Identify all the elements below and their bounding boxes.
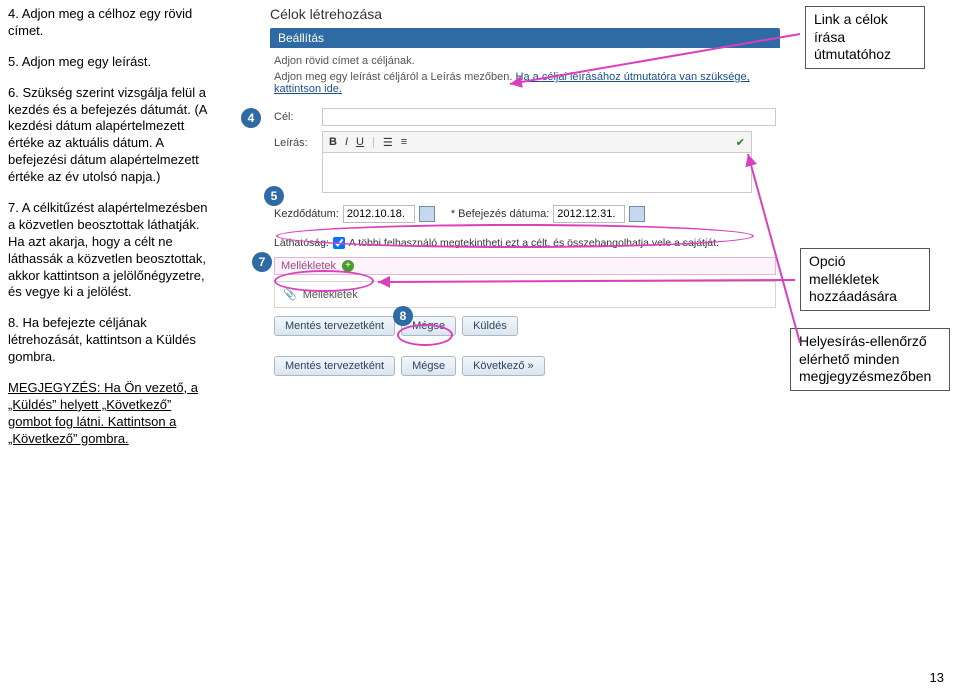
- cancel-button-2[interactable]: Mégse: [401, 356, 456, 376]
- callout-guide-l3: útmutatóhoz: [814, 46, 891, 62]
- callout-guide-l2: írása: [814, 29, 845, 45]
- note-text: MEGJEGYZÉS: Ha Ön vezető, a „Küldés” hel…: [8, 380, 218, 448]
- page-number: 13: [930, 670, 944, 685]
- visibility-checkbox[interactable]: [333, 237, 345, 249]
- callout-spell: Helyesírás-ellenőrző elérhető minden meg…: [790, 328, 950, 391]
- editor-toolbar: B I U | ☰ ≡ ✔: [322, 131, 752, 153]
- step-7: 7. A célkitűzést alapértelmezésben a köz…: [8, 200, 218, 301]
- attachments-title: Mellékletek: [281, 260, 336, 272]
- start-date-label: Kezdődátum:: [274, 208, 339, 220]
- page-title: Célok létrehozása: [270, 6, 780, 22]
- instruction-column: 4. Adjon meg a célhoz egy rövid címet. 5…: [8, 6, 218, 462]
- badge-8: 8: [393, 306, 413, 326]
- goal-title-label: Cél:: [274, 111, 322, 123]
- badge-7: 7: [252, 252, 272, 272]
- underline-icon[interactable]: U: [356, 136, 364, 148]
- goal-title-input[interactable]: [322, 108, 776, 126]
- button-row-2: Mentés tervezetként Mégse Következő »: [274, 356, 776, 376]
- end-date-input[interactable]: [553, 205, 625, 223]
- goal-desc-editor[interactable]: [322, 153, 752, 193]
- date-row: Kezdődátum: * Befejezés dátuma:: [270, 195, 780, 229]
- italic-icon[interactable]: I: [345, 136, 348, 148]
- step-6: 6. Szükség szerint vizsgálja felül a kez…: [8, 85, 218, 186]
- tab-settings[interactable]: Beállítás: [270, 28, 780, 48]
- bold-icon[interactable]: B: [329, 136, 337, 148]
- helper-text-2: Adjon meg egy leírást céljáról a Leírás …: [270, 69, 780, 105]
- goal-title-row: Cél:: [270, 105, 780, 129]
- add-attachment-icon[interactable]: +: [342, 260, 354, 272]
- callout-attach: Opció mellékletek hozzáadására: [800, 248, 930, 311]
- calendar-icon-2[interactable]: [629, 206, 645, 222]
- calendar-icon[interactable]: [419, 206, 435, 222]
- callout-spell-l1: Helyesírás-ellenőrző: [799, 333, 927, 349]
- step-5: 5. Adjon meg egy leírást.: [8, 54, 218, 71]
- spellcheck-icon[interactable]: ✔: [736, 136, 745, 149]
- helper-text-2a: Adjon meg egy leírást céljáról a Leírás …: [274, 71, 516, 83]
- list-icon[interactable]: ☰: [383, 136, 393, 149]
- helper-text-1: Adjon rövid címet a céljának.: [270, 48, 780, 69]
- step-8: 8. Ha befejezte céljának létrehozását, k…: [8, 315, 218, 366]
- callout-spell-l2: elérhető minden: [799, 351, 899, 367]
- paperclip-icon: 📎: [283, 288, 297, 301]
- callout-spell-l3: megjegyzésmezőben: [799, 368, 931, 384]
- step-4: 4. Adjon meg a célhoz egy rövid címet.: [8, 6, 218, 40]
- next-button[interactable]: Következő »: [462, 356, 545, 376]
- app-panel: Célok létrehozása Beállítás Adjon rövid …: [270, 6, 780, 384]
- save-draft-button[interactable]: Mentés tervezetként: [274, 316, 395, 336]
- save-draft-button-2[interactable]: Mentés tervezetként: [274, 356, 395, 376]
- send-button[interactable]: Küldés: [462, 316, 518, 336]
- attachments-body: 📎 Mellékletek: [274, 281, 776, 308]
- ol-icon[interactable]: ≡: [401, 136, 407, 148]
- visibility-row: Láthatóság: A többi felhasználó megtekin…: [270, 229, 780, 251]
- visibility-text: A többi felhasználó megtekintheti ezt a …: [349, 237, 719, 249]
- callout-attach-l3: hozzáadására: [809, 288, 897, 304]
- callout-attach-l1: Opció: [809, 253, 846, 269]
- attachments-body-label: Mellékletek: [303, 289, 358, 301]
- button-row-1: Mentés tervezetként Mégse Küldés: [274, 316, 776, 336]
- goal-desc-row: Leírás: B I U | ☰ ≡ ✔: [270, 129, 780, 195]
- end-date-label: * Befejezés dátuma:: [451, 208, 549, 220]
- editor-wrap: B I U | ☰ ≡ ✔: [322, 131, 752, 193]
- callout-attach-l2: mellékletek: [809, 271, 879, 287]
- visibility-label: Láthatóság:: [274, 237, 329, 249]
- callout-guide: Link a célok írása útmutatóhoz: [805, 6, 925, 69]
- sep-icon: |: [372, 136, 375, 148]
- goal-desc-label: Leírás:: [274, 131, 322, 149]
- badge-4: 4: [241, 108, 261, 128]
- attachments-header[interactable]: Mellékletek +: [274, 257, 776, 275]
- badge-5: 5: [264, 186, 284, 206]
- start-date-input[interactable]: [343, 205, 415, 223]
- callout-guide-l1: Link a célok: [814, 11, 888, 27]
